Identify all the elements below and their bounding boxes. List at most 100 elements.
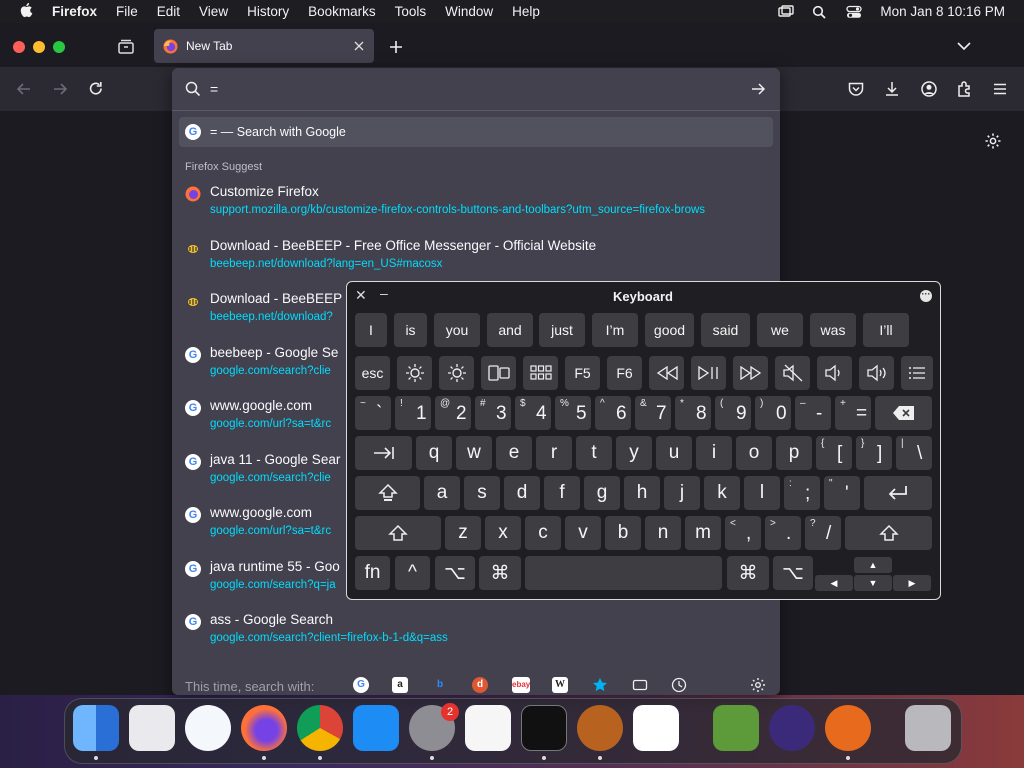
key-arrow-down[interactable]: ▼ bbox=[854, 575, 892, 591]
key-num-11[interactable]: – - bbox=[795, 396, 831, 430]
key-bracket-1[interactable]: }] bbox=[856, 436, 892, 470]
prediction-5[interactable]: I’m bbox=[592, 313, 638, 347]
key-j[interactable]: j bbox=[664, 476, 700, 510]
key-option-left[interactable]: ⌥ bbox=[435, 556, 475, 590]
key-f6[interactable]: F6 bbox=[607, 356, 642, 390]
key-r[interactable]: r bbox=[536, 436, 572, 470]
menu-bookmarks[interactable]: Bookmarks bbox=[308, 4, 376, 19]
menu-file[interactable]: File bbox=[116, 4, 138, 19]
key-m[interactable]: m bbox=[685, 516, 721, 550]
key-c[interactable]: c bbox=[525, 516, 561, 550]
key-d[interactable]: d bbox=[504, 476, 540, 510]
app-store-icon[interactable] bbox=[353, 705, 399, 751]
key-h[interactable]: h bbox=[624, 476, 660, 510]
prediction-8[interactable]: we bbox=[757, 313, 803, 347]
key-control[interactable]: ^ bbox=[395, 556, 430, 590]
extensions-puzzle-icon[interactable] bbox=[955, 80, 973, 98]
close-tab-icon[interactable] bbox=[354, 41, 364, 51]
zoom-window-button[interactable] bbox=[53, 41, 65, 53]
go-arrow-icon[interactable] bbox=[750, 81, 766, 97]
minimize-window-button[interactable] bbox=[33, 41, 45, 53]
key-return[interactable] bbox=[864, 476, 932, 510]
menu-window[interactable]: Window bbox=[445, 4, 493, 19]
prediction-7[interactable]: said bbox=[701, 313, 750, 347]
menu-tools[interactable]: Tools bbox=[395, 4, 427, 19]
menu-edit[interactable]: Edit bbox=[157, 4, 180, 19]
key-u[interactable]: u bbox=[656, 436, 692, 470]
key-command-left[interactable]: ⌘ bbox=[479, 556, 521, 590]
result-row[interactable]: Gass - Google Search google.com/search?cl… bbox=[172, 612, 780, 664]
prediction-10[interactable]: I’ll bbox=[863, 313, 909, 347]
launchpad-icon[interactable] bbox=[129, 705, 175, 751]
key-bracket-2[interactable]: | \ bbox=[896, 436, 932, 470]
key-b[interactable]: b bbox=[605, 516, 641, 550]
key-play-pause[interactable] bbox=[691, 356, 726, 390]
close-window-button[interactable] bbox=[13, 41, 25, 53]
key-sym-1[interactable]: >. bbox=[765, 516, 801, 550]
key-num-5[interactable]: % 5 bbox=[555, 396, 591, 430]
hamburger-menu-icon[interactable] bbox=[991, 80, 1009, 98]
prediction-9[interactable]: was bbox=[810, 313, 856, 347]
key-num-12[interactable]: + = bbox=[835, 396, 871, 430]
garageband-icon[interactable] bbox=[577, 705, 623, 751]
chrome-icon[interactable] bbox=[297, 705, 343, 751]
key-t[interactable]: t bbox=[576, 436, 612, 470]
imovie-icon[interactable] bbox=[769, 705, 815, 751]
key-num-4[interactable]: $4 bbox=[515, 396, 551, 430]
key-num-9[interactable]: (9 bbox=[715, 396, 751, 430]
menu-view[interactable]: View bbox=[199, 4, 228, 19]
key-num-3[interactable]: #3 bbox=[475, 396, 511, 430]
firefox-view-icon[interactable] bbox=[117, 38, 135, 56]
key-sym-0[interactable]: <, bbox=[725, 516, 761, 550]
key-volume-down[interactable] bbox=[817, 356, 852, 390]
account-icon[interactable] bbox=[920, 80, 938, 98]
key-num-7[interactable]: & 7 bbox=[635, 396, 671, 430]
key-delete[interactable] bbox=[875, 396, 932, 430]
key-a[interactable]: a bbox=[424, 476, 460, 510]
key-esc[interactable]: esc bbox=[355, 356, 390, 390]
reload-icon[interactable] bbox=[87, 80, 105, 98]
amazon-engine-icon[interactable]: a bbox=[392, 677, 408, 693]
spotlight-search-icon[interactable] bbox=[812, 5, 828, 19]
url-input[interactable]: = bbox=[172, 68, 780, 110]
bookmarks-star-icon[interactable] bbox=[592, 677, 608, 693]
key-launchpad[interactable] bbox=[523, 356, 558, 390]
key-f5[interactable]: F5 bbox=[565, 356, 600, 390]
key-l[interactable]: l bbox=[744, 476, 780, 510]
control-center-icon[interactable] bbox=[846, 5, 863, 19]
apple-menu-icon[interactable] bbox=[18, 2, 34, 21]
key-tab[interactable] bbox=[355, 436, 412, 470]
key-o[interactable]: o bbox=[736, 436, 772, 470]
app-launcher-icon[interactable] bbox=[825, 705, 871, 751]
key-q[interactable]: q bbox=[416, 436, 452, 470]
prediction-0[interactable]: I bbox=[355, 313, 387, 347]
key-k[interactable]: k bbox=[704, 476, 740, 510]
key-num-6[interactable]: ^ 6 bbox=[595, 396, 631, 430]
key-arrow-right[interactable]: ▶ bbox=[893, 575, 931, 591]
key-arrow-up[interactable]: ▲ bbox=[854, 557, 892, 573]
key-fast-forward[interactable] bbox=[733, 356, 768, 390]
tabs-engine-icon[interactable] bbox=[632, 677, 648, 693]
firefox-dock-icon[interactable] bbox=[241, 705, 287, 751]
key-caps-lock[interactable] bbox=[355, 476, 420, 510]
key-mute[interactable] bbox=[775, 356, 810, 390]
trash-icon[interactable] bbox=[905, 705, 951, 751]
key-w[interactable]: w bbox=[456, 436, 492, 470]
duckduckgo-engine-icon[interactable]: d bbox=[472, 677, 488, 693]
key-option-right[interactable]: ⌥ bbox=[773, 556, 813, 590]
minecraft-icon[interactable] bbox=[713, 705, 759, 751]
key-num-8[interactable]: * 8 bbox=[675, 396, 711, 430]
key-num-10[interactable]: ) 0 bbox=[755, 396, 791, 430]
key-brightness-up[interactable] bbox=[439, 356, 474, 390]
key-command-right[interactable]: ⌘ bbox=[727, 556, 769, 590]
prediction-3[interactable]: and bbox=[487, 313, 533, 347]
url-input-value[interactable]: = bbox=[210, 81, 218, 97]
tab-new-tab[interactable]: New Tab bbox=[154, 29, 374, 63]
key-e[interactable]: e bbox=[496, 436, 532, 470]
key-num-1[interactable]: ! 1 bbox=[395, 396, 431, 430]
key-punct-0[interactable]: :; bbox=[784, 476, 820, 510]
key-punct-1[interactable]: " ' bbox=[824, 476, 860, 510]
key-n[interactable]: n bbox=[645, 516, 681, 550]
safari-icon[interactable] bbox=[185, 705, 231, 751]
google-engine-icon[interactable]: G bbox=[353, 677, 369, 693]
